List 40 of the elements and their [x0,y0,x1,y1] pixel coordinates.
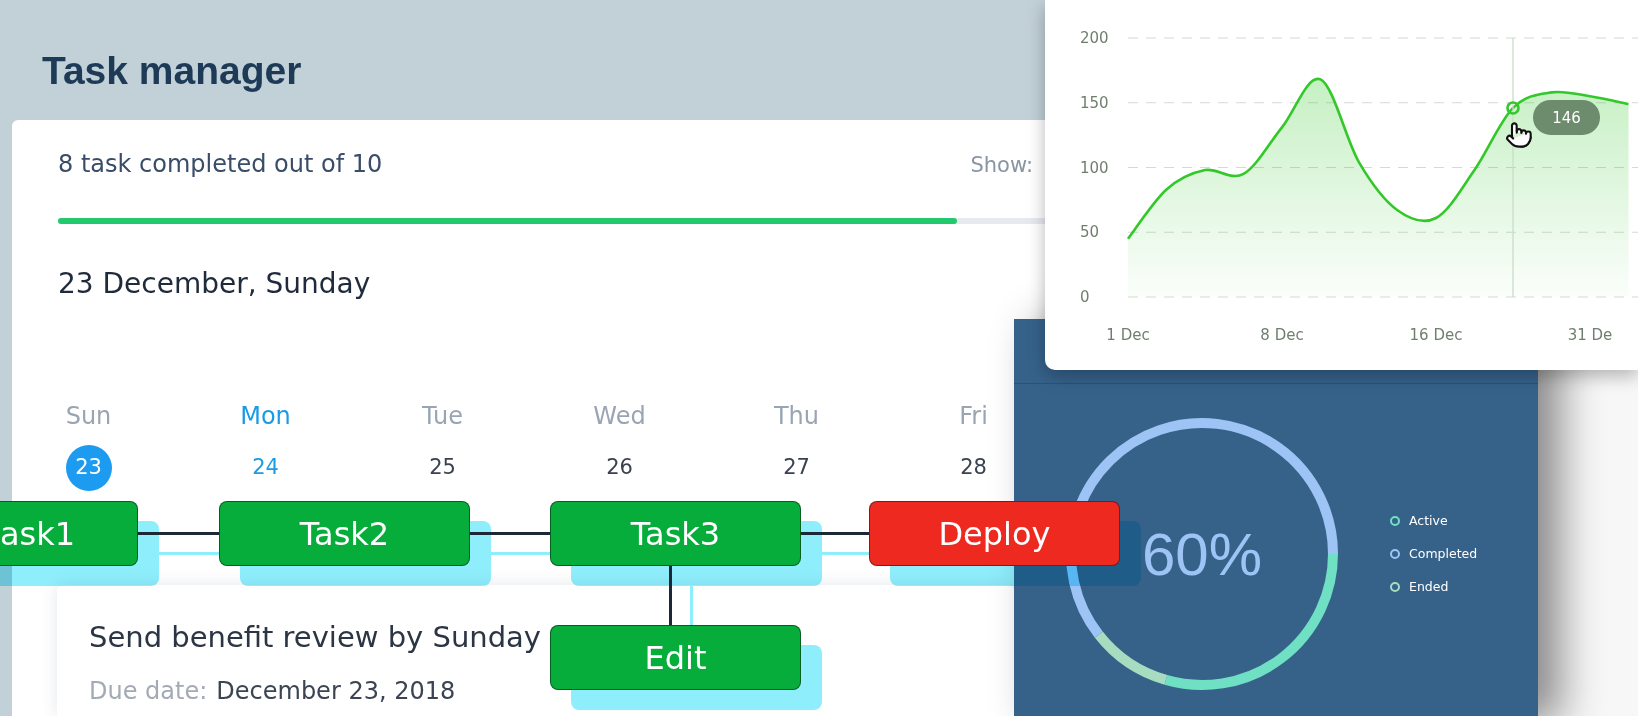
hand-cursor-icon [1505,120,1533,149]
task-title: Send benefit review by Sunday [89,619,541,655]
y-tick-label: 50 [1080,223,1100,242]
y-tick-label: 200 [1080,29,1109,47]
show-label: Show: [970,152,1033,178]
date-heading: 23 December, Sunday [58,267,371,301]
day-number[interactable]: 27 [783,455,810,481]
progress-summary: 8 task completed out of 10 [58,149,383,179]
legend-label: Active [1409,512,1448,530]
x-tick-label: 8 Dec [1260,326,1304,344]
legend-label: Ended [1409,578,1449,596]
flow-node: ask1 [0,501,138,566]
due-date-label: Due date: [89,676,208,706]
flow-node: Deploy [869,501,1120,566]
annotation: 146 [1552,108,1581,127]
y-tick-label: 150 [1080,93,1109,112]
donut-percentage: 60% [1141,520,1263,588]
weekday-label: Sun [65,402,112,431]
x-tick-label: 31 De [1567,326,1613,344]
connector-line [801,532,869,535]
flow-node: Task2 [219,501,470,566]
weekday-label: Tue [422,402,463,431]
flow-node: Edit [550,625,801,690]
weekday-label: Thu [773,402,820,431]
weekday-label: Mon [240,402,291,431]
y-tick-label: 100 [1080,158,1109,177]
x-tick-label: 16 Dec [1409,326,1463,344]
weekday-label: Wed [593,402,646,431]
day-number[interactable]: 26 [606,455,633,481]
weekday-label: Fri [959,402,988,431]
day-number[interactable]: 28 [960,455,987,481]
page-title: Task manager [42,48,302,94]
y-tick-label: 0 [1080,288,1090,306]
legend-label: Completed [1409,545,1478,563]
flow-node: Task3 [550,501,801,566]
point-marker-icon [1506,101,1520,115]
connector-line [669,566,672,625]
day-number[interactable]: 25 [429,455,456,481]
due-date-value: December 23, 2018 [216,676,456,706]
x-tick-label: 1 Dec [1106,326,1150,344]
